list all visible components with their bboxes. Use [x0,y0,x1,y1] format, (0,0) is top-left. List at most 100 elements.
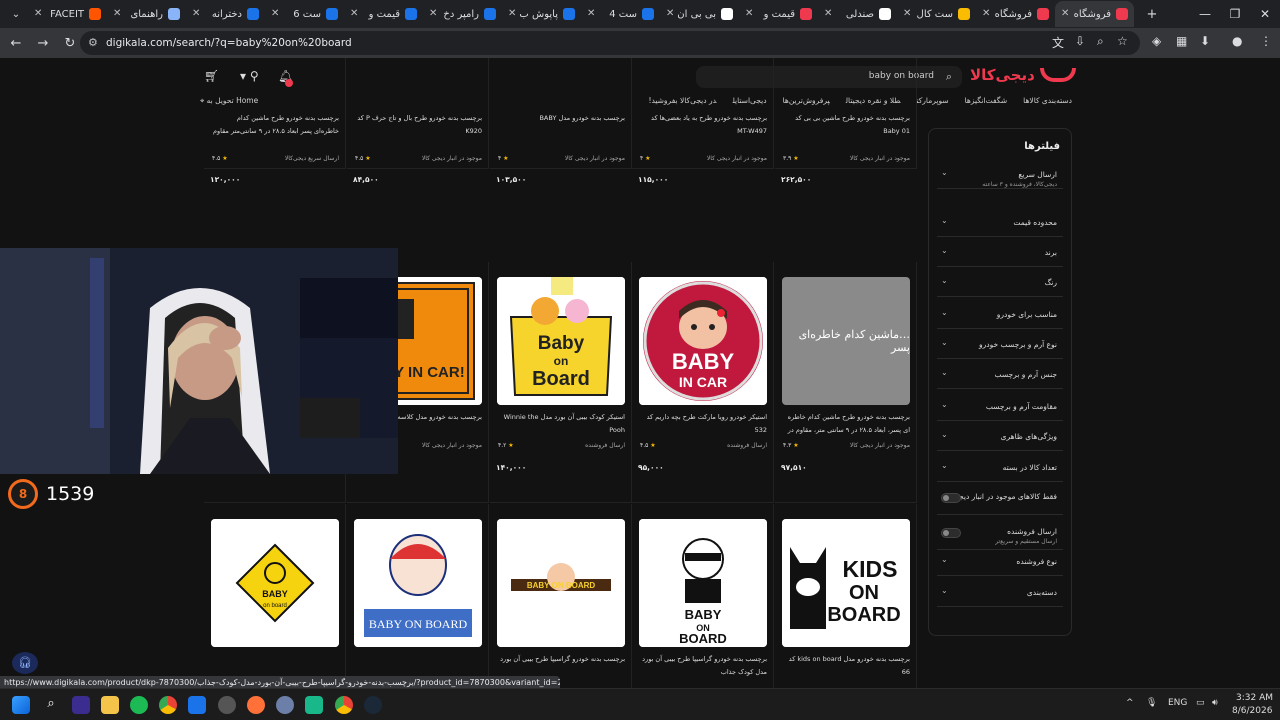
product-card[interactable]: KIDS ON BOARD برچسب بدنه خودرو مدل kids on … [775,504,917,688]
steam-icon[interactable] [364,696,382,714]
filter-row[interactable]: محدوده قیمت ⌄ [937,207,1063,237]
product-card[interactable]: BABY ON BOARD برچسب بدنه خودرو گراسیپا طر… [490,504,632,688]
clock-time[interactable]: 3:32 AM [1236,693,1273,703]
tab-close-icon[interactable]: ✕ [666,8,674,19]
filter-row[interactable]: دسته‌بندی ⌄ [937,577,1063,607]
product-card[interactable]: برچسب بدنه خودرو طرح به یاد بعضی‌ها کد M… [632,58,774,184]
extension-icon[interactable]: ◈ [1152,34,1161,48]
product-card[interactable]: برچسب بدنه خودرو طرح بال و تاج حرف P کد … [347,58,489,184]
tab-close-icon[interactable]: ✕ [350,8,358,19]
close-window-button[interactable]: ✕ [1250,0,1280,28]
product-card[interactable]: BABY on board [204,504,346,688]
menu-icon[interactable]: ⋮ [1260,34,1272,48]
new-tab-button[interactable]: + [1140,2,1164,26]
browser-tab[interactable]: ست کال ✕ [897,1,976,27]
language-indicator[interactable]: ENG [1168,698,1187,708]
filter-row[interactable]: جنس آرم و برچسب ⌄ [937,359,1063,389]
browser-tab[interactable]: ست 4 ✕ [581,1,660,27]
tab-close-icon[interactable]: ✕ [508,8,516,19]
browser-tab[interactable]: ست 6 ✕ [265,1,344,27]
browser-tab[interactable]: قیمت و ✕ [344,1,423,27]
chrome-icon[interactable] [159,696,177,714]
product-image[interactable]: BABY IN CAR [639,277,767,405]
product-card[interactable]: برچسب بدنه خودرو مدل BABY موجود در انبار … [490,58,632,184]
browser-tab[interactable]: پاپوش ب ✕ [502,1,581,27]
tab-close-icon[interactable]: ✕ [745,8,753,19]
digikala-logo[interactable]: دیجی‌کالا [970,66,1035,84]
filter-row[interactable]: مناسب برای خودرو ⌄ [937,299,1063,329]
filter-row[interactable]: نوع فروشنده ⌄ [937,546,1063,576]
tab-close-icon[interactable]: ✕ [192,8,200,19]
minimize-button[interactable]: — [1190,0,1220,28]
forward-button[interactable]: → [31,31,55,55]
product-title[interactable]: برچسب بدنه خودرو طرح ماشین کدام خاطره ای… [783,411,910,437]
install-icon[interactable]: ⇩ [1075,34,1085,48]
product-image[interactable]: …ماشین کدام خاطره‌ای پسر [782,277,910,405]
category-nav-item[interactable]: سوپرمارکت [916,96,948,105]
mic-icon[interactable]: 🎙︎ [1146,698,1157,708]
browser-tab[interactable]: راهنمای ✕ [107,1,186,27]
browser-tab[interactable]: صندلی ✕ [818,1,897,27]
filter-row[interactable]: رنگ ⌄ [937,267,1063,297]
app-icon-1[interactable] [72,696,90,714]
app-icon-4[interactable] [276,696,294,714]
product-card[interactable]: …ماشین کدام خاطره‌ای پسر برچسب بدنه خودرو… [775,262,917,503]
tab-close-icon[interactable]: ✕ [1061,8,1069,19]
digikala-logo-mark[interactable] [1040,68,1076,82]
product-image[interactable]: BABY ON BOARD [497,519,625,647]
product-image[interactable]: Baby on Board [497,277,625,405]
product-card[interactable]: برچسب بدنه خودرو طرح ماشین کدام خاطره‌ای… [204,58,346,184]
filter-toggle[interactable] [941,493,961,503]
product-title[interactable]: برچسب بدنه خودرو مدل kids on board کد 66 [783,653,910,679]
browser-tab[interactable]: فروشگاه ✕ [1055,1,1134,27]
extensions-puzzle-icon[interactable]: ▦ [1176,34,1187,48]
tab-close-icon[interactable]: ✕ [982,8,990,19]
tab-close-icon[interactable]: ✕ [824,8,832,19]
search-taskbar-icon[interactable]: ⌕ [42,696,60,714]
product-image[interactable]: BABY ON BOARD [639,519,767,647]
product-image[interactable]: BABY ON BOARD [354,519,482,647]
app-icon-2[interactable] [188,696,206,714]
filter-toggle[interactable] [941,528,961,538]
product-title[interactable]: استیکر خودرو رویا مارکت طرح بچه داریم کد… [640,411,767,437]
browser-tab[interactable]: بی بی ان ✕ [660,1,739,27]
filter-row[interactable]: ارسال سریع دیجی‌کالا، فروشنده و ۳ ساعته ⌄ [937,159,1063,189]
monitor-icon[interactable]: ▭ [1196,698,1205,708]
category-nav-item[interactable]: دسته‌بندی کالاها [1023,96,1072,105]
windows-start-icon[interactable] [12,696,30,714]
product-title[interactable]: برچسب بدنه خودرو طرح بال و تاج حرف P کد … [355,112,482,138]
filter-row[interactable]: ویژگی‌های ظاهری ⌄ [937,421,1063,451]
browser-tab[interactable]: فروشگاه ✕ [976,1,1055,27]
tab-close-icon[interactable]: ✕ [429,8,437,19]
chrome-icon-2[interactable] [335,696,353,714]
tab-close-icon[interactable]: ✕ [34,8,42,19]
product-title[interactable]: برچسب بدنه خودرو گراسیپا طرح بیبی آن بور… [640,653,767,679]
browser-tab[interactable]: رامپر دخ ✕ [423,1,502,27]
product-image[interactable]: BABY on board [211,519,339,647]
bookmark-star-icon[interactable]: ☆ [1117,34,1128,48]
address-bar[interactable]: ⚙ digikala.com/search/?q=baby%20on%20boa… [80,31,1140,55]
search-icon[interactable]: ⌕ [946,70,952,84]
support-headset-icon[interactable]: 🎧︎ [12,652,38,674]
clock-date[interactable]: 8/6/2026 [1232,706,1272,716]
app-icon-5[interactable] [305,696,323,714]
product-card[interactable]: BABY ON BOARD برچسب بدنه خودرو گراسیپا طرح … [632,504,774,688]
filter-row[interactable]: ارسال فروشنده ارسال مستقیم و سریع‌تر [937,516,1063,550]
filter-row[interactable]: برند ⌄ [937,237,1063,267]
filter-row[interactable]: نوع آرم و برچسب خودرو ⌄ [937,329,1063,359]
translate-icon[interactable]: 文 [1052,34,1064,51]
filter-row[interactable]: تعداد کالا در بسته ⌄ [937,452,1063,482]
site-info-icon[interactable]: ⚙ [88,36,98,49]
product-title[interactable]: برچسب بدنه خودرو مدل BABY [498,112,625,138]
browser-tab[interactable]: FACEIT ✕ [28,1,107,27]
tab-close-icon[interactable]: ✕ [113,8,121,19]
profile-avatar[interactable]: ● [1232,34,1242,48]
spotify-icon[interactable] [130,696,148,714]
tab-search-icon[interactable]: ⌄ [4,2,28,26]
product-card[interactable]: BABY IN CAR استیکر خودرو رویا مارکت طرح بچ… [632,262,774,503]
product-image[interactable]: KIDS ON BOARD [782,519,910,647]
app-icon-3[interactable] [218,696,236,714]
product-card[interactable]: BABY ON BOARD [347,504,489,688]
restore-button[interactable]: ❐ [1220,0,1250,28]
filter-row[interactable]: فقط کالاهای موجود در انبار دیجی‌کالا [937,481,1063,515]
